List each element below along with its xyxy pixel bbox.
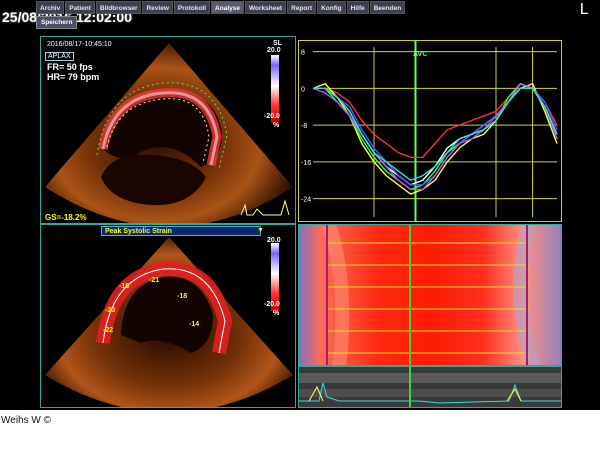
display-mode-select[interactable]: Peak Systolic Strain [101,226,261,236]
scale-max: 20.0 [267,237,281,244]
chevron-down-icon[interactable]: ▼ [257,226,267,236]
y-tick-label: -16 [301,160,311,167]
strain-curve-panel[interactable]: 8 0 -8 -16 -24 AVC [298,40,562,222]
menu-worksheet[interactable]: Worksheet [244,1,287,14]
parametric-map-panel[interactable] [298,224,562,366]
image-credit: Weihs W © [1,415,51,426]
scale-name: SL [273,40,282,47]
menu-beenden[interactable]: Beenden [369,1,406,14]
scale-min: -20.0 [264,301,280,308]
view-label: APLAX [45,52,74,61]
segment-value: -14 [189,321,200,328]
scale-unit: % [273,122,280,129]
strain-curve-chart: 8 0 -8 -16 -24 [301,41,558,221]
menu-report[interactable]: Report [287,1,317,14]
y-tick-label: -24 [301,197,311,204]
menu-analyse[interactable]: Analyse [211,1,244,14]
tracking-image-panel[interactable]: 2016/08/17-10:45:10 APLAX FR= 50 fps HR=… [40,36,296,224]
menu-konfig[interactable]: Konfig [317,1,346,14]
peak-strain-panel[interactable]: Peak Systolic Strain ▼ 20.0 -20.0 % -18 … [40,224,296,408]
strain-series-line [313,82,558,158]
avc-event-label: AVC [413,51,428,58]
strain-series-line [313,82,558,191]
heart-rate: HR= 79 bpm [47,72,100,82]
strain-series-line [312,82,558,191]
segment-value: -18 [119,283,130,290]
y-tick-label: 0 [301,86,305,93]
global-strain-value: GS=-18.2% [45,213,87,222]
menu-review[interactable]: Review [142,1,173,14]
menu-hilfe[interactable]: Hilfe [346,1,369,14]
echo-analysis-screen: 25/08/2016 12:02:00 L Archiv Patient Bil… [0,0,600,410]
main-menu-bar: Archiv Patient Bildbrowser Review Protok… [36,1,406,14]
scale-max: 20.0 [267,47,281,54]
frame-rate: FR= 50 fps [47,62,93,72]
menu-patient[interactable]: Patient [65,1,95,14]
scale-min: -20.0 [264,113,280,120]
segment-value: -21 [149,277,160,284]
segment-value: -23 [105,307,116,314]
menu-bildbrowser[interactable]: Bildbrowser [95,1,142,14]
save-button[interactable]: Speichern [36,16,78,29]
y-tick-label: -8 [301,123,307,130]
segment-strain-image [45,237,293,407]
acquisition-timestamp: 2016/08/17-10:45:10 [47,41,112,48]
menu-archiv[interactable]: Archiv [36,1,65,14]
ecg-trace [299,367,561,407]
ecg-strip-panel[interactable] [298,366,562,408]
strain-series-line [313,82,558,186]
menu-protokoll[interactable]: Protokoll [173,1,211,14]
parametric-strain-map [299,225,561,365]
strain-series-line [312,82,558,195]
segment-value: -18 [177,293,188,300]
y-tick-label: 8 [301,50,305,57]
segment-value: -22 [103,327,114,334]
view-indicator: L [579,0,588,18]
scale-unit: % [273,310,280,317]
